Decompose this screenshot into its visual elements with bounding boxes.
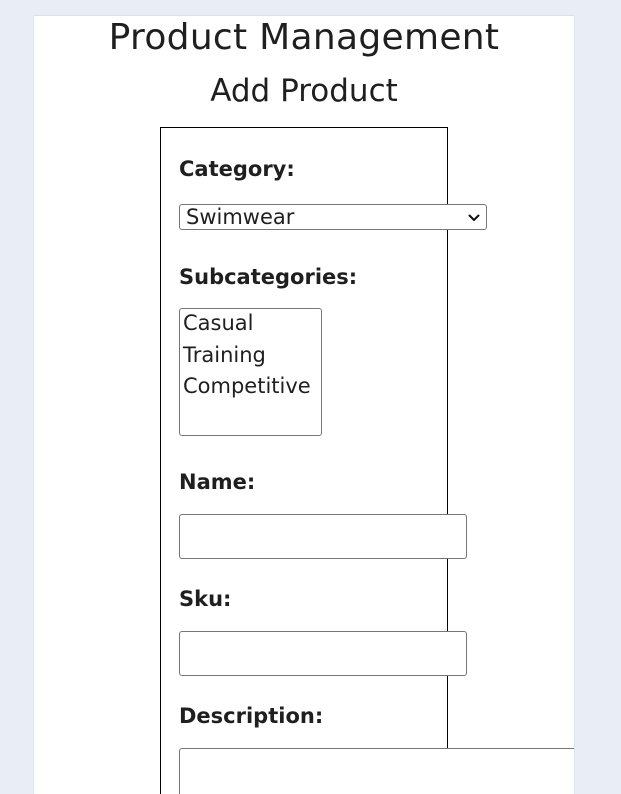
description-label: Description: — [179, 704, 324, 728]
subcategories-label: Subcategories: — [179, 265, 358, 289]
category-select[interactable]: Swimwear — [179, 204, 487, 230]
description-textarea[interactable] — [179, 748, 574, 794]
name-input[interactable] — [179, 514, 467, 559]
subcategory-option-training[interactable]: Training — [180, 340, 321, 372]
chevron-down-icon — [468, 214, 480, 221]
section-title: Add Product — [210, 73, 398, 109]
subcategories-listbox[interactable]: Casual Training Competitive — [179, 308, 322, 436]
sku-input[interactable] — [179, 631, 467, 676]
name-label: Name: — [179, 470, 256, 494]
subcategory-option-competitive[interactable]: Competitive — [180, 371, 321, 403]
subcategory-option-casual[interactable]: Casual — [180, 309, 321, 340]
category-select-value: Swimwear — [186, 205, 295, 229]
sku-label: Sku: — [179, 587, 232, 611]
category-label: Category: — [179, 157, 295, 181]
page-title: Product Management — [108, 17, 500, 58]
page-container: Product Management Add Product Category:… — [33, 15, 575, 794]
